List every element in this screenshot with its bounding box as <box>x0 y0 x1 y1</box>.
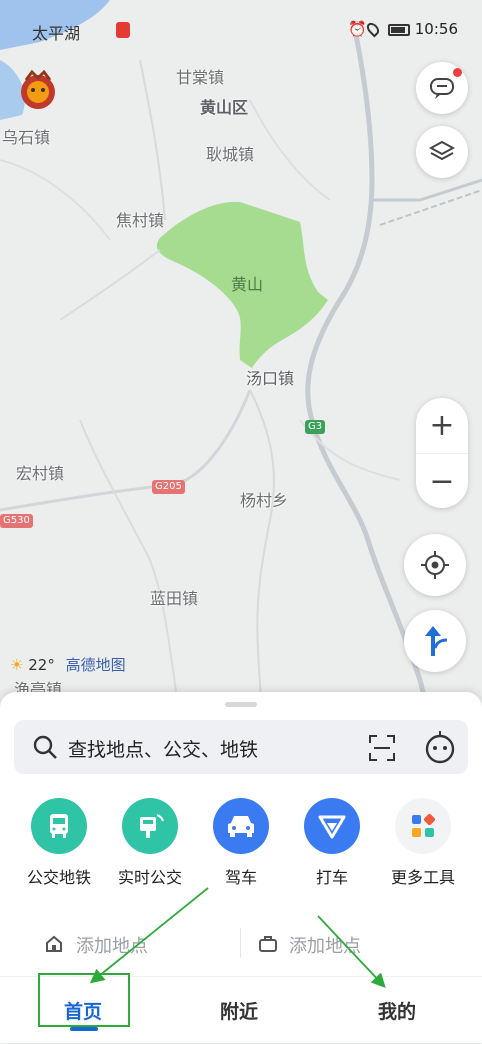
sun-icon: ☀ <box>10 656 24 674</box>
road-badge-g530: G530 <box>0 514 33 528</box>
tool-more[interactable]: 更多工具 <box>378 798 468 888</box>
home-icon <box>46 935 62 952</box>
briefcase-icon <box>259 936 277 952</box>
battery-icon <box>388 24 410 36</box>
layers-button[interactable] <box>416 126 468 178</box>
status-left-text: 太平湖 <box>32 24 81 43</box>
message-icon <box>430 78 454 99</box>
tab-home-indicator <box>70 1027 98 1031</box>
place-jiaocun: 焦村镇 <box>116 211 165 230</box>
place-wushi: 乌石镇 <box>2 128 51 147</box>
tool-drive[interactable]: 驾车 <box>196 798 286 888</box>
more-tools-icon <box>395 798 451 854</box>
add-home-button[interactable]: 添加地点 <box>76 932 148 958</box>
place-huangshanqu: 黄山区 <box>200 98 249 117</box>
highlight-box <box>38 973 130 1027</box>
mic-icon <box>116 22 130 38</box>
map-canvas[interactable]: 甘棠镇 黄山区 乌石镇 耿城镇 焦村镇 黄山 汤口镇 宏村镇 杨村乡 蓝田镇 渔… <box>0 0 482 720</box>
zoom-control: + − <box>416 398 468 508</box>
locate-button[interactable] <box>404 534 466 596</box>
tool-bus-metro[interactable]: 公交地铁 <box>14 798 104 888</box>
tab-mine[interactable]: 我的 <box>378 997 416 1024</box>
quick-places: 添加地点 添加地点 <box>0 922 482 966</box>
road-badge-g205: G205 <box>152 480 185 494</box>
tool-row: 公交地铁 实时公交 驾车 打车 更多工具 <box>0 798 482 898</box>
layers-icon <box>429 140 455 161</box>
tool-realtime-bus[interactable]: 实时公交 <box>105 798 195 888</box>
tool-taxi-label: 打车 <box>315 868 348 887</box>
tool-realtime-bus-label: 实时公交 <box>117 868 182 887</box>
car-icon <box>213 798 269 854</box>
zoom-in-button[interactable]: + <box>416 398 468 453</box>
place-hongcun: 宏村镇 <box>16 464 65 483</box>
place-lantian: 蓝田镇 <box>150 589 199 608</box>
location-status-icon <box>364 20 382 38</box>
crosshair-icon <box>421 551 449 579</box>
quick-divider <box>240 928 241 958</box>
zoom-out-button[interactable]: − <box>416 453 468 509</box>
place-huangshan: 黄山 <box>231 275 264 294</box>
status-bar: 太平湖 ⏰ 10:56 <box>0 18 482 44</box>
route-arrow-icon <box>425 626 448 656</box>
avatar-icon <box>21 69 55 109</box>
notification-dot <box>453 68 462 77</box>
assistant-icon[interactable] <box>422 730 458 764</box>
tab-nearby[interactable]: 附近 <box>220 997 258 1024</box>
road-badge-g3: G3 <box>305 420 326 434</box>
place-gengcheng: 耿城镇 <box>206 145 255 164</box>
place-yangcun: 杨村乡 <box>240 491 289 510</box>
status-time: 10:56 <box>414 20 458 38</box>
bus-icon <box>31 798 87 854</box>
message-button[interactable] <box>416 62 468 114</box>
weather-widget[interactable]: ☀ 22° 高德地图 <box>10 654 126 675</box>
place-gantang: 甘棠镇 <box>176 68 225 87</box>
search-input[interactable]: 查找地点、公交、地铁 <box>68 735 258 762</box>
tool-taxi[interactable]: 打车 <box>287 798 377 888</box>
navigation-button[interactable] <box>404 610 466 672</box>
tool-drive-label: 驾车 <box>224 868 257 887</box>
add-work-button[interactable]: 添加地点 <box>289 932 361 958</box>
brand-logo-text: 高德地图 <box>65 656 126 674</box>
avatar[interactable] <box>14 66 62 114</box>
scan-icon[interactable] <box>368 734 396 762</box>
alarm-icon: ⏰ <box>348 20 367 38</box>
tool-more-label: 更多工具 <box>390 868 455 887</box>
taxi-icon <box>304 798 360 854</box>
sheet-handle[interactable] <box>225 702 257 707</box>
tool-bus-metro-label: 公交地铁 <box>26 868 91 887</box>
realtime-bus-icon <box>122 798 178 854</box>
search-icon <box>33 735 57 759</box>
search-bar[interactable]: 查找地点、公交、地铁 <box>14 720 468 774</box>
place-tangkou: 汤口镇 <box>246 369 295 388</box>
temperature: 22° <box>28 656 55 674</box>
